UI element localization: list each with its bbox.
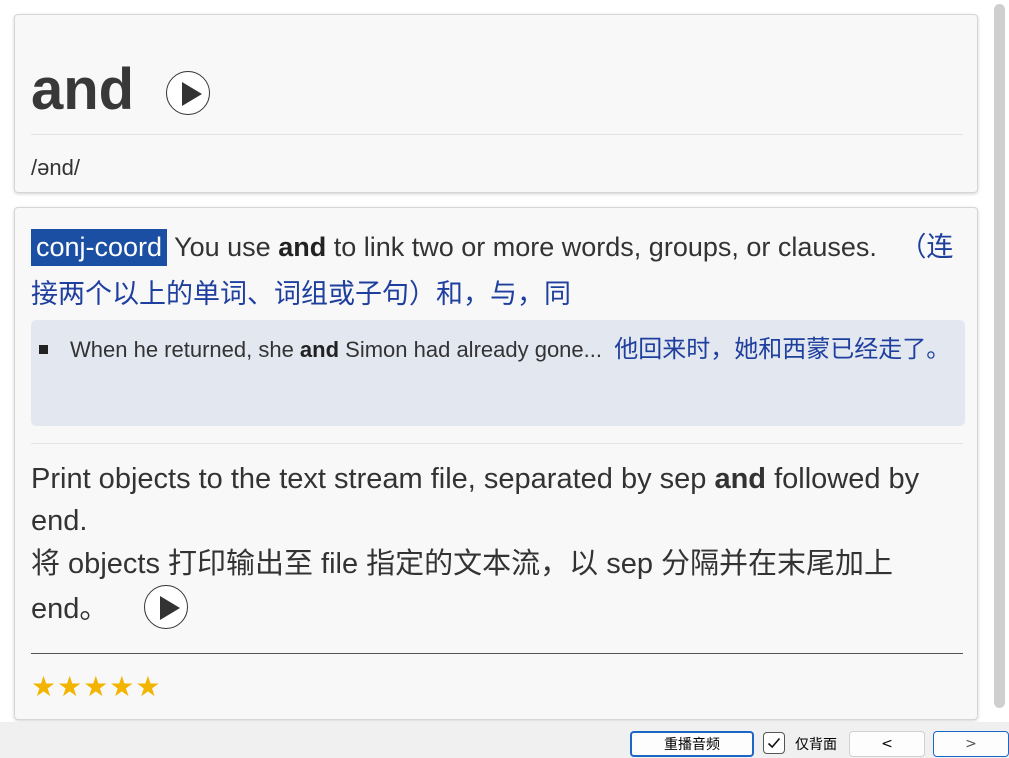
example-box: When he returned, she and Simon had alre… [31,320,965,426]
phonetic: /ənd/ [31,155,80,180]
play-icon [182,82,203,106]
note-keyword: and [714,463,767,495]
previous-button[interactable]: < [849,731,925,757]
play-note-audio-button[interactable] [144,585,189,630]
play-icon [160,596,181,621]
example-translation: 他回来时，她和西蒙已经走了。 [614,336,951,363]
headword-row: and [31,55,211,125]
replay-audio-button[interactable]: 重播音频 [630,731,754,757]
definition-card: conj-coord You use and to link two or mo… [14,207,978,720]
card-viewport: and /ənd/ conj-coord You use and to link… [0,0,992,722]
definition-text-after: to link two or more words, groups, or cl… [326,232,877,262]
scrollbar-thumb[interactable] [994,4,1005,708]
section-divider [31,443,963,444]
example-text-after: Simon had already gone... [339,337,602,362]
note-chinese: 将 objects 打印输出至 file 指定的文本流，以 sep 分隔并在末尾… [31,542,967,632]
example-text-before: When he returned, she [70,337,300,362]
definition: conj-coord You use and to link two or mo… [31,224,961,318]
vertical-scrollbar[interactable] [992,0,1009,722]
example-keyword: and [299,337,340,362]
back-only-label[interactable]: 仅背面 [795,734,837,754]
next-button[interactable]: > [933,731,1009,757]
back-only-checkbox[interactable] [763,732,785,754]
headword: and [31,57,135,122]
play-word-audio-button[interactable] [166,71,211,115]
definition-keyword: and [278,232,327,262]
review-toolbar: 重播音频 仅背面 < > [0,722,1009,758]
word-header-card: and /ənd/ [14,14,978,193]
note-text-before: Print objects to the text stream file, s… [31,463,715,495]
pos-tag: conj-coord [31,229,168,266]
check-icon [767,737,781,749]
note-english: Print objects to the text stream file, s… [31,458,967,542]
definition-text-before: You use [174,232,279,262]
header-divider [31,134,963,135]
star-rating: ★★★★★ [31,671,162,702]
bullet-icon [39,344,48,354]
note: Print objects to the text stream file, s… [31,458,967,632]
rating-divider [31,653,963,654]
